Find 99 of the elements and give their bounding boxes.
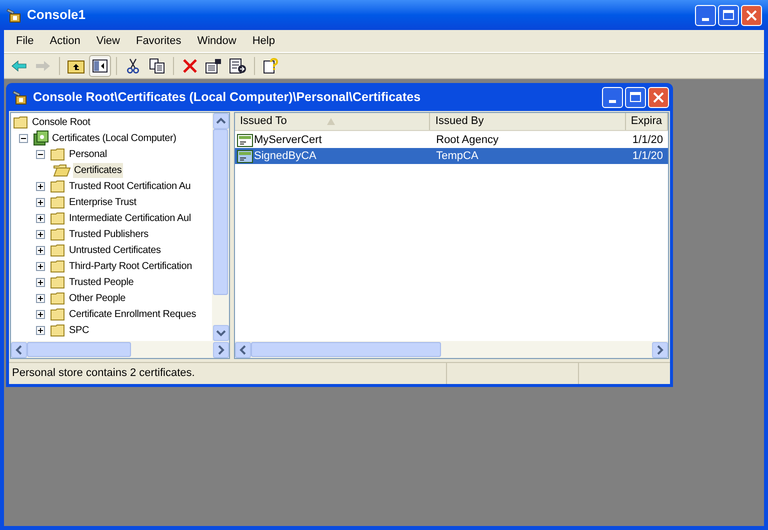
expand-toggle[interactable] [36,262,45,270]
table-cell-text: TempCA [436,148,478,164]
collapse-toggle[interactable] [36,150,45,158]
table-cell-text: SignedByCA [254,148,316,164]
tree-item[interactable]: Intermediate Certification Aul [68,210,192,226]
table-row[interactable]: MyServerCert Root Agency 1/1/20 [235,132,668,148]
expand-toggle[interactable] [36,246,45,254]
column-label: Issued By [435,114,484,130]
expand-toggle[interactable] [36,230,45,238]
table-cell-text: Root Agency [436,132,498,148]
folder-up-icon [67,58,85,74]
table-row[interactable]: SignedByCA TempCA 1/1/20 [235,148,668,164]
certificate-icon [237,134,253,146]
tree-item[interactable]: SPC [68,322,90,338]
scroll-thumb[interactable] [251,342,441,357]
folder-icon [50,275,66,289]
menu-item[interactable]: File [8,32,42,50]
scroll-right-button[interactable] [652,342,668,358]
folder-icon [50,307,66,321]
close-button[interactable] [741,4,762,26]
maximize-button[interactable] [625,86,646,108]
tree-item[interactable]: Enterprise Trust [68,194,138,210]
properties-icon [205,58,223,74]
tree-item[interactable]: Console Root [31,114,92,130]
scroll-up-button[interactable] [212,113,228,129]
column-label: Expira [630,114,662,130]
export-list-icon [229,58,247,74]
tree-item[interactable]: Trusted People [68,274,135,290]
tree-pane-icon [92,58,108,74]
scroll-down-button[interactable] [212,325,228,341]
expand-toggle[interactable] [36,326,45,334]
close-button[interactable] [648,86,669,108]
expand-toggle[interactable] [36,310,45,318]
tree-item[interactable]: Trusted Publishers [68,226,150,242]
tree-item[interactable]: Untrusted Certificates [68,242,162,258]
folder-icon [13,115,29,129]
table-cell-text: 1/1/20 [632,148,663,164]
column-header[interactable]: Issued By [430,113,626,130]
column-header[interactable]: Issued To [235,113,430,130]
window-title: Console1 [27,6,87,24]
close-icon [746,10,757,20]
menu-item[interactable]: Help [244,32,283,50]
help-icon [263,58,279,74]
certificate-icon [237,150,253,162]
forward-arrow-icon [35,58,51,74]
close-icon [653,92,664,102]
column-label: Issued To [240,114,287,130]
scroll-right-button[interactable] [213,342,229,358]
app-icon [6,7,22,23]
collapse-toggle[interactable] [19,134,28,142]
minimize-button[interactable] [695,4,716,26]
folder-icon [50,323,66,337]
menu-item[interactable]: Action [42,32,88,50]
horizontal-scrollbar[interactable] [11,341,229,358]
scroll-left-button[interactable] [235,342,251,358]
horizontal-scrollbar[interactable] [235,341,668,358]
expand-toggle[interactable] [36,198,45,206]
tree-item[interactable]: Certificates (Local Computer) [51,130,178,146]
certificates-snapin-icon [33,130,49,146]
scroll-thumb[interactable] [213,129,228,295]
tree-item[interactable]: Other People [68,290,127,306]
folder-icon [50,179,66,193]
tree-item[interactable]: Trusted Root Certification Au [68,178,192,194]
folder-icon [50,195,66,209]
expand-toggle[interactable] [36,182,45,190]
tree-item[interactable]: Personal [68,146,108,162]
menu-item[interactable]: Window [189,32,244,50]
app-icon [12,89,28,105]
back-arrow-icon [11,58,27,74]
expand-toggle[interactable] [36,214,45,222]
column-header[interactable]: Expira [626,113,668,130]
tree-item[interactable]: Third-Party Root Certification [68,258,193,274]
child-window-title: Console Root\Certificates (Local Computer)\Personal\Certificates [33,88,422,106]
menu-item[interactable]: View [88,32,128,50]
table-cell-text: MyServerCert [254,132,322,148]
table-cell-text: 1/1/20 [632,132,663,148]
tree-item[interactable]: Certificate Enrollment Reques [68,306,198,322]
tree-item[interactable]: Certificates [73,162,123,178]
expand-toggle[interactable] [36,294,45,302]
folder-icon [50,291,66,305]
expand-toggle[interactable] [36,278,45,286]
minimize-button[interactable] [602,86,623,108]
menu-item[interactable]: Favorites [128,32,190,50]
maximize-button[interactable] [718,4,739,26]
scroll-left-button[interactable] [11,342,27,358]
folder-icon [50,227,66,241]
vertical-scrollbar[interactable] [212,113,229,341]
delete-icon [182,58,198,74]
folder-icon [50,211,66,225]
folder-icon [50,147,66,161]
sort-arrow-icon [326,118,335,125]
copy-icon [149,58,165,74]
open-folder-icon [53,163,71,177]
status-text: Personal store contains 2 certificates. [9,363,447,384]
tree-button[interactable] [89,55,111,77]
scroll-thumb[interactable] [27,342,131,357]
folder-icon [50,259,66,273]
folder-icon [50,243,66,257]
scissors-icon [125,58,141,74]
